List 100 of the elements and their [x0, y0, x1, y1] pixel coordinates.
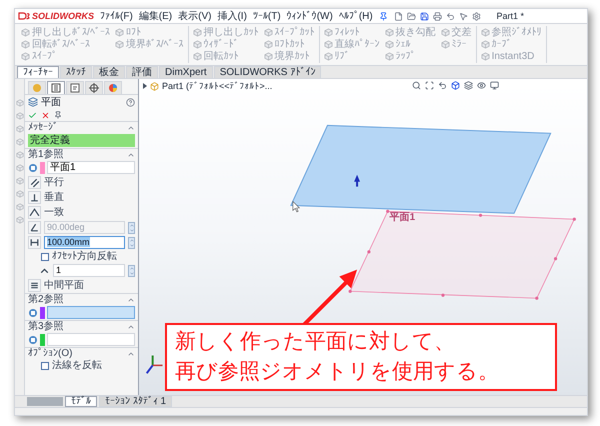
command-tab[interactable]: ｽｹｯﾁ [60, 66, 92, 78]
panel-tab[interactable] [47, 81, 65, 94]
cube-icon [264, 52, 273, 62]
cube-icon [480, 40, 490, 49]
up-icon [129, 238, 135, 242]
eye-icon[interactable] [477, 81, 486, 90]
command-tab[interactable]: ﾌｨｰﾁｬｰ [17, 66, 59, 78]
cube-icon [264, 28, 273, 36]
cube-icon [324, 28, 333, 36]
crosshair-icon [89, 83, 99, 93]
cube-icon [192, 40, 202, 49]
constraint-button[interactable] [28, 191, 41, 204]
perpendicular-icon [29, 192, 40, 203]
app-logo: SOLIDWORKS [32, 11, 94, 21]
menu-item[interactable]: 挿入(I) [217, 10, 247, 22]
window-title: Part1 * [496, 11, 524, 21]
search-icon[interactable] [412, 81, 421, 90]
selection-icon [28, 162, 38, 172]
up-icon [129, 266, 135, 270]
mouse-cursor-icon [292, 200, 300, 212]
spinner[interactable] [128, 264, 135, 276]
panel-tab[interactable] [85, 81, 103, 94]
constraint-label: 中間平面 [44, 280, 84, 291]
plane-label: 平面1 [390, 212, 416, 224]
zoom-area-icon[interactable] [425, 81, 434, 90]
section-title: ﾒｯｾｰｼﾞ [28, 122, 58, 133]
expand-triangle-icon[interactable] [143, 83, 147, 89]
display-style-icon[interactable] [464, 81, 473, 90]
cube-icon [480, 52, 490, 62]
checkbox[interactable] [41, 362, 49, 370]
command-tab[interactable]: DimXpert [159, 66, 213, 78]
open-folder-icon[interactable] [406, 12, 416, 20]
cube-icon [21, 52, 30, 62]
spinner[interactable] [128, 236, 135, 248]
select-icon[interactable] [458, 12, 468, 20]
selection-field[interactable] [47, 306, 135, 319]
section-title: 第3参照 [28, 321, 64, 332]
cube-icon [264, 40, 273, 49]
section-title: ｵﾌﾟｼｮﾝ(O) [28, 348, 72, 359]
list-icon [51, 83, 61, 93]
save-icon[interactable] [420, 12, 429, 20]
constraint-button[interactable] [28, 176, 41, 189]
constraint-button[interactable] [28, 221, 41, 234]
monitor-icon[interactable] [490, 81, 499, 90]
panel-tab[interactable] [104, 81, 122, 94]
constraint-label: 垂直 [44, 192, 64, 203]
constraint-label: 一致 [44, 207, 64, 218]
normal-arrow-icon [354, 174, 360, 187]
cancel-icon[interactable] [41, 110, 50, 120]
cube-icon [21, 40, 30, 49]
ok-icon[interactable] [28, 110, 37, 120]
panel-title: 平面 [41, 96, 61, 108]
menu-item[interactable]: ﾂｰﾙ(T) [252, 10, 281, 22]
constraint-button[interactable] [28, 279, 41, 292]
message-box: 完全定義 [28, 134, 135, 147]
new-file-icon[interactable] [394, 12, 403, 20]
cube-icon [192, 28, 202, 36]
panel-tab[interactable] [66, 81, 84, 94]
section-title: 第1参照 [28, 149, 64, 160]
checkbox[interactable] [41, 252, 49, 260]
undo-icon[interactable] [446, 12, 455, 20]
bottom-tab[interactable]: ﾓﾃﾞﾙ [65, 396, 97, 407]
cube-icon [384, 52, 394, 62]
selection-field[interactable] [47, 333, 135, 346]
command-tab[interactable]: 評価 [126, 66, 158, 78]
previous-view-icon[interactable] [438, 81, 447, 90]
cube-view-icon[interactable] [451, 81, 460, 90]
command-tab[interactable]: SOLIDWORKS ｱﾄﾞｲﾝ [214, 66, 322, 78]
menu-item[interactable]: ﾍﾙﾌﾟ(H) [338, 10, 373, 22]
constraint-button[interactable] [28, 206, 41, 219]
cube-icon [114, 28, 124, 36]
pin-icon[interactable] [378, 12, 388, 20]
cube-icon [324, 52, 333, 62]
help-icon[interactable] [126, 98, 135, 106]
cube-icon [384, 28, 394, 36]
menu-item[interactable]: 編集(E) [138, 10, 172, 22]
configuration-icon [70, 83, 80, 93]
tree-flyout-item[interactable]: Part1 (ﾃﾞﾌｫﾙﾄ<<ﾃﾞﾌｫﾙﾄ>... [162, 81, 272, 91]
section-title: 第2参照 [28, 294, 64, 305]
cube-icon [192, 52, 202, 62]
down-icon [129, 242, 135, 248]
command-tab[interactable]: 板金 [93, 66, 125, 78]
selection-field[interactable]: 平面1 [47, 161, 135, 174]
bottom-tab[interactable]: ﾓｰｼｮﾝ ｽﾀﾃﾞｨ 1 [99, 396, 172, 407]
cube-icon [324, 40, 333, 49]
menu-item[interactable]: ﾌｧｲﾙ(F) [100, 10, 133, 22]
number-field[interactable]: 100.00mm [44, 236, 125, 249]
count-field[interactable]: 1 [53, 264, 125, 277]
angle-icon [29, 222, 40, 233]
printer-icon[interactable] [432, 12, 442, 20]
spinner[interactable] [128, 222, 135, 234]
pin-icon[interactable] [54, 111, 62, 119]
parallel-icon [29, 177, 40, 188]
midplane-icon [29, 280, 40, 291]
menu-item[interactable]: ｳｨﾝﾄﾞｳ(W) [286, 10, 333, 22]
cube-icon [114, 40, 124, 49]
settings-icon[interactable] [472, 12, 481, 20]
menu-item[interactable]: 表示(V) [178, 10, 212, 22]
constraint-button[interactable] [28, 236, 41, 249]
plane-icon [28, 97, 38, 107]
